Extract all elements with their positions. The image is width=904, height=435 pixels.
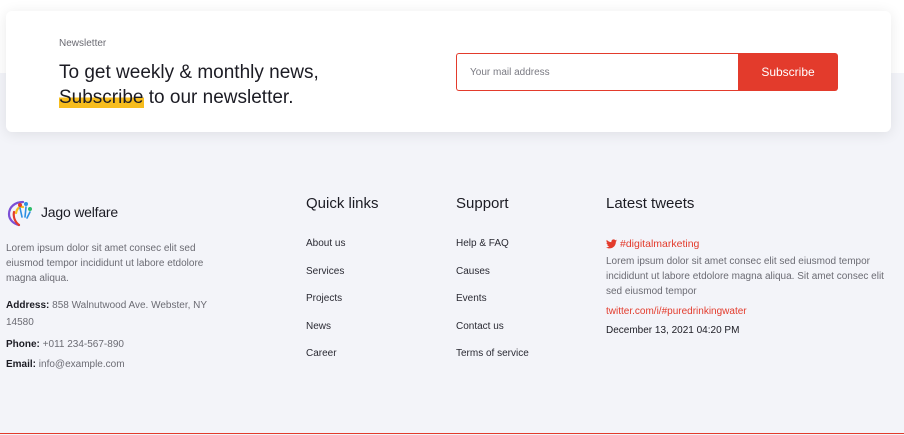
newsletter-heading-line1: To get weekly & monthly news,: [59, 62, 319, 83]
tweet-date: December 13, 2021 04:20 PM: [606, 325, 740, 336]
newsletter-heading-highlight: Subscribe: [59, 87, 144, 108]
link-events[interactable]: Events: [456, 292, 596, 320]
tweets-title: Latest tweets: [606, 195, 695, 212]
link-help-faq[interactable]: Help & FAQ: [456, 237, 596, 265]
link-about-us[interactable]: About us: [306, 237, 446, 265]
newsletter-form: Subscribe: [456, 53, 838, 91]
subscribe-button[interactable]: Subscribe: [738, 53, 838, 91]
link-terms-of-service[interactable]: Terms of service: [456, 347, 596, 375]
phone-line: Phone: +011 234-567-890: [6, 336, 236, 353]
tweet-hashtag[interactable]: #digitalmarketing: [606, 237, 896, 251]
brand-name: Jago welfare: [41, 204, 118, 220]
tweet-link[interactable]: twitter.com/i/#puredrinkingwater: [606, 306, 896, 320]
support-list: Help & FAQ Causes Events Contact us Term…: [456, 237, 596, 375]
brand-column: Jago welfare Lorem ipsum dolor sit amet …: [6, 195, 236, 373]
logo-icon: [7, 200, 32, 227]
newsletter-eyebrow: Newsletter: [59, 38, 107, 49]
quick-links-title: Quick links: [306, 195, 379, 212]
address-line: Address: 858 Walnutwood Ave. Webster, NY…: [6, 297, 232, 331]
quick-links-list: About us Services Projects News Career: [306, 237, 446, 375]
tweet-text: Lorem ipsum dolor sit amet consec elit s…: [606, 256, 884, 297]
link-projects[interactable]: Projects: [306, 292, 446, 320]
email-input[interactable]: [456, 53, 738, 91]
email-value[interactable]: info@example.com: [39, 359, 125, 370]
footer-divider: [0, 433, 904, 434]
link-contact-us[interactable]: Contact us: [456, 320, 596, 348]
link-services[interactable]: Services: [306, 265, 446, 293]
phone-label: Phone:: [6, 339, 40, 350]
phone-value[interactable]: +011 234-567-890: [43, 339, 124, 350]
newsletter-heading-rest: to our newsletter.: [143, 87, 294, 108]
link-career[interactable]: Career: [306, 347, 446, 375]
link-news[interactable]: News: [306, 320, 446, 348]
email-line: Email: info@example.com: [6, 356, 236, 373]
email-label: Email:: [6, 359, 37, 370]
tweets-column: Latest tweets #digitalmarketing Lorem ip…: [606, 195, 896, 339]
link-causes[interactable]: Causes: [456, 265, 596, 293]
support-column: Support Help & FAQ Causes Events Contact…: [456, 195, 596, 375]
newsletter-heading: To get weekly & monthly news, Subscribe …: [59, 60, 439, 110]
twitter-icon: [606, 239, 617, 249]
newsletter-card: Newsletter To get weekly & monthly news,…: [6, 11, 891, 132]
quick-links-column: Quick links About us Services Projects N…: [306, 195, 446, 375]
tweet-hashtag-text: #digitalmarketing: [620, 238, 700, 250]
support-title: Support: [456, 195, 509, 212]
address-label: Address:: [6, 300, 50, 311]
brand-description: Lorem ipsum dolor sit amet consec elit s…: [6, 243, 204, 284]
brand-logo[interactable]: Jago welfare: [6, 195, 236, 229]
